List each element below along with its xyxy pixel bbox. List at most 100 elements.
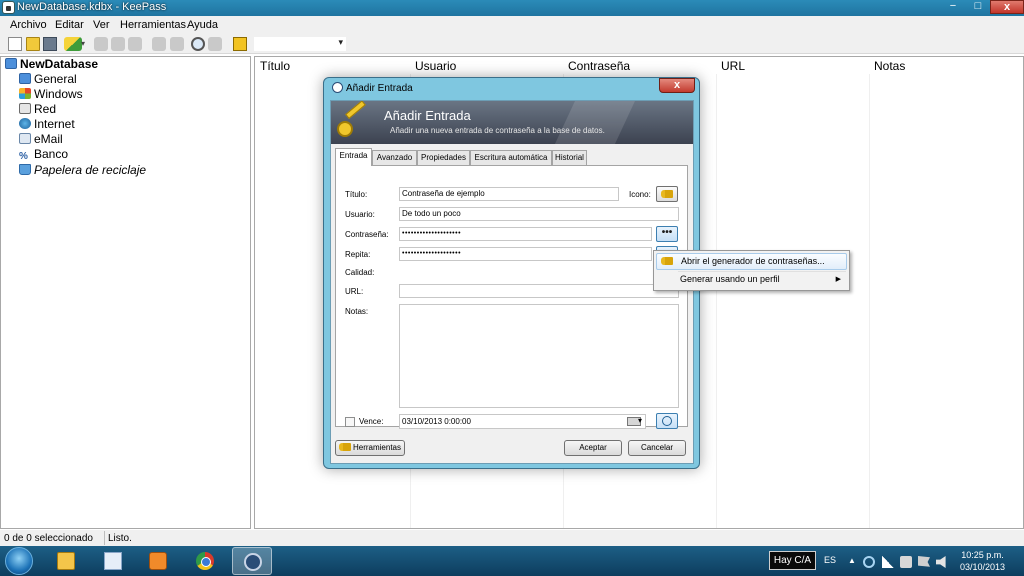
url-input[interactable]	[399, 284, 679, 298]
database-icon	[5, 58, 17, 69]
folder-icon	[19, 73, 31, 84]
column-header-password[interactable]: Contraseña	[568, 59, 630, 73]
language-indicator[interactable]: ES	[824, 555, 836, 565]
close-window-button[interactable]: x	[990, 0, 1024, 14]
taskbar-chrome[interactable]	[185, 547, 225, 575]
maximize-button[interactable]: □	[966, 0, 990, 14]
tree-item-email[interactable]: eMail	[19, 132, 63, 146]
title-label: Título:	[345, 190, 368, 199]
new-database-icon[interactable]	[8, 37, 22, 51]
lock-workspace-icon[interactable]	[233, 37, 247, 51]
url-label: URL:	[345, 287, 364, 296]
system-clock[interactable]: 10:25 p.m. 03/10/2013	[955, 549, 1010, 573]
show-hidden-icons-icon[interactable]: ▲	[848, 556, 856, 565]
repeat-password-input[interactable]: ••••••••••••••••••••	[399, 247, 652, 261]
expires-checkbox[interactable]	[345, 417, 355, 427]
add-entry-icon[interactable]	[64, 37, 82, 51]
quick-search-input[interactable]: ▾	[253, 36, 347, 52]
menu-bar: Archivo Editar Ver Herramientas Ayuda	[0, 16, 1024, 34]
tree-item-label: Windows	[34, 87, 83, 101]
windows-icon	[19, 88, 31, 99]
entry-tab-panel: Título: Contraseña de ejemplo Icono: Usu…	[335, 165, 688, 429]
keepass-lock-icon	[332, 82, 343, 93]
open-password-generator-item[interactable]: Abrir el generador de contraseñas...	[656, 253, 847, 270]
dots-icon: •••	[661, 227, 673, 238]
status-divider	[104, 531, 105, 545]
column-header-notes[interactable]: Notas	[874, 59, 905, 73]
start-button[interactable]	[5, 547, 33, 575]
tree-item-windows[interactable]: Windows	[19, 87, 83, 101]
tree-item-recycle-bin[interactable]: Papelera de reciclaje	[19, 163, 146, 177]
title-input[interactable]: Contraseña de ejemplo	[399, 187, 619, 201]
icon-picker-button[interactable]	[656, 186, 678, 202]
percent-icon: %	[19, 151, 28, 162]
ok-button[interactable]: Aceptar	[564, 440, 622, 456]
signal-tray-icon[interactable]	[882, 556, 894, 568]
menu-editar[interactable]: Editar	[55, 19, 84, 31]
column-divider	[869, 74, 870, 528]
calendar-dropdown-icon[interactable]	[627, 414, 642, 427]
print-icon	[170, 37, 184, 51]
show-password-button[interactable]: •••	[656, 226, 678, 242]
menu-archivo[interactable]: Archivo	[10, 19, 47, 31]
key-banner-icon	[337, 101, 371, 139]
dialog-close-button[interactable]: x	[659, 78, 695, 93]
network-icon	[19, 103, 31, 114]
menu-ver[interactable]: Ver	[93, 19, 110, 31]
dialog-body: Añadir Entrada Añadir una nueva entrada …	[330, 100, 694, 464]
notes-textarea[interactable]	[399, 304, 679, 408]
column-header-user[interactable]: Usuario	[415, 59, 456, 73]
chevron-down-icon[interactable]: ▾	[338, 37, 343, 48]
menu-herramientas[interactable]: Herramientas	[120, 19, 186, 31]
messenger-tray-icon[interactable]	[863, 556, 875, 568]
view-options-icon[interactable]	[208, 37, 222, 51]
tab-propiedades[interactable]: Propiedades	[417, 150, 470, 165]
banner-subtitle: Añadir una nueva entrada de contraseña a…	[390, 126, 605, 135]
banner-decoration	[542, 101, 640, 144]
add-entry-dialog: Añadir Entrada x Añadir Entrada Añadir u…	[323, 77, 700, 469]
selection-status: 0 de 0 seleccionado	[4, 533, 93, 544]
password-generator-menu: Abrir el generador de contraseñas... Gen…	[653, 250, 850, 291]
clock-date: 03/10/2013	[959, 562, 1006, 572]
keyboard-indicator[interactable]: Hay C/A	[769, 551, 816, 570]
dialog-title-bar[interactable]: Añadir Entrada x	[324, 78, 699, 98]
window-title-bar[interactable]: NewDatabase.kdbx - KeePass − □ x	[0, 0, 1024, 16]
group-tree[interactable]: NewDatabase General Windows Red Internet…	[0, 56, 251, 529]
tree-item-general[interactable]: General	[19, 72, 77, 86]
column-header-title[interactable]: Título	[260, 59, 290, 73]
tab-entrada[interactable]: Entrada	[335, 148, 372, 166]
copy-entry-icon	[152, 37, 166, 51]
tab-historial[interactable]: Historial	[552, 150, 587, 165]
generate-using-profile-item[interactable]: Generar usando un perfil ▶	[656, 272, 847, 289]
password-input[interactable]: ••••••••••••••••••••	[399, 227, 652, 241]
tab-avanzado[interactable]: Avanzado	[372, 150, 417, 165]
dialog-banner: Añadir Entrada Añadir una nueva entrada …	[331, 101, 693, 144]
add-entry-dropdown-icon[interactable]: ▾	[81, 39, 87, 53]
menu-item-label: Generar usando un perfil	[680, 274, 780, 284]
taskbar-media-player[interactable]	[138, 547, 178, 575]
search-icon[interactable]	[191, 37, 205, 51]
user-label: Usuario:	[345, 210, 375, 219]
expiry-presets-button[interactable]	[656, 413, 678, 429]
user-input[interactable]: De todo un poco	[399, 207, 679, 221]
menu-ayuda[interactable]: Ayuda	[187, 19, 218, 31]
taskbar-keepass[interactable]	[232, 547, 272, 575]
tools-button[interactable]: Herramientas	[335, 440, 405, 456]
tree-root[interactable]: NewDatabase	[5, 57, 98, 71]
tab-escritura-automatica[interactable]: Escritura automática	[470, 150, 552, 165]
open-database-icon[interactable]	[26, 37, 40, 51]
minimize-button[interactable]: −	[940, 0, 966, 14]
cancel-button[interactable]: Cancelar	[628, 440, 686, 456]
taskbar-explorer[interactable]	[46, 547, 86, 575]
battery-tray-icon[interactable]	[900, 556, 912, 568]
taskbar-mail[interactable]	[93, 547, 133, 575]
expiry-date-input[interactable]: 03/10/2013 0:00:00	[399, 414, 646, 429]
key-icon	[661, 190, 673, 198]
column-divider	[716, 74, 717, 528]
save-database-icon[interactable]	[43, 37, 57, 51]
tree-item-red[interactable]: Red	[19, 102, 56, 116]
folder-icon	[57, 552, 75, 570]
column-header-url[interactable]: URL	[721, 59, 745, 73]
tree-item-internet[interactable]: Internet	[19, 117, 75, 131]
tree-item-banco[interactable]: % Banco	[19, 147, 68, 162]
